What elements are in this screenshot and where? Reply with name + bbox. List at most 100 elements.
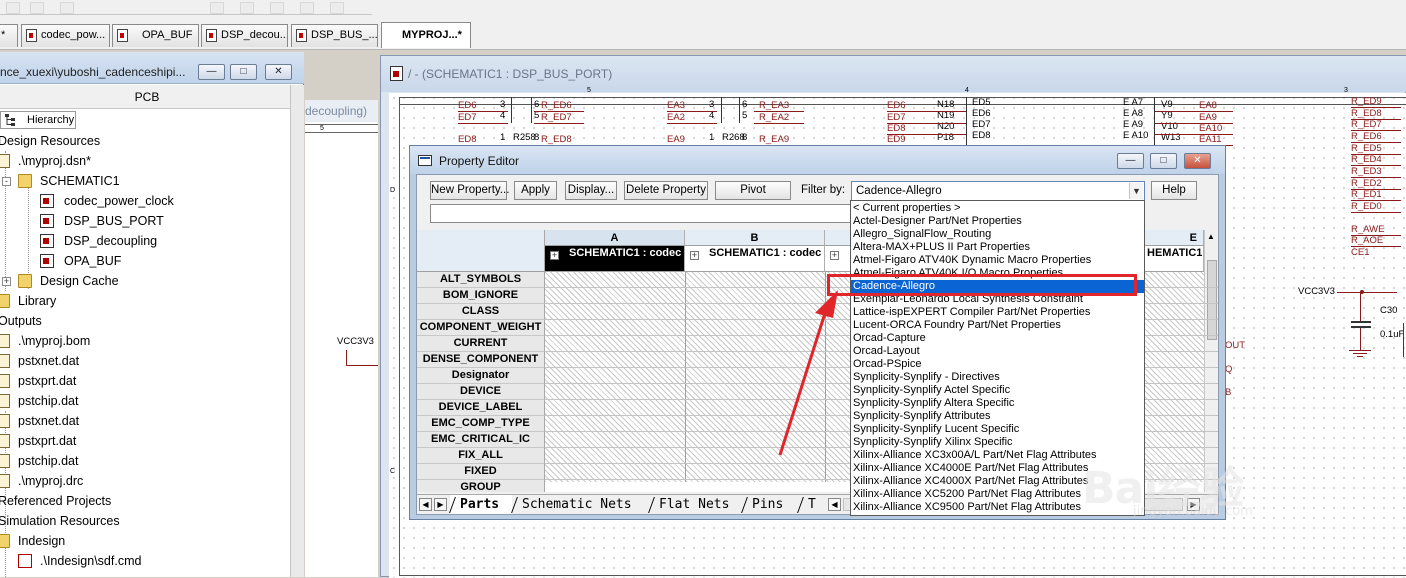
row-header[interactable]: EMC_COMP_TYPE [417, 416, 545, 432]
dropdown-option[interactable]: Allegro_SignalFlow_Routing [851, 228, 1144, 241]
delete-property-button[interactable]: Delete Property [624, 181, 708, 200]
toolbar-button[interactable] [60, 2, 74, 14]
row-header[interactable]: CLASS [417, 304, 545, 320]
filter-by-select[interactable]: Cadence-Allegro ▼ [851, 181, 1145, 201]
minimize-button[interactable]: — [1117, 153, 1144, 169]
net-label[interactable]: ED7 [887, 112, 905, 123]
power-label-vcc3v3[interactable]: VCC3V3 [1298, 286, 1335, 297]
close-button[interactable]: ✕ [1184, 153, 1211, 169]
net-label[interactable]: OUT [1225, 340, 1245, 351]
net-label[interactable]: R_AWE [1351, 224, 1384, 235]
chevron-down-icon[interactable]: ▼ [1129, 183, 1143, 199]
capacitor-ref[interactable]: C30 [1380, 305, 1397, 316]
net-label[interactable]: CE1 [1351, 247, 1369, 258]
tree-item-myproj-dsn[interactable]: .\myproj.dsn* [0, 151, 91, 171]
help-button[interactable]: Help [1151, 181, 1197, 200]
net-label[interactable]: R_ED6 [1351, 131, 1382, 142]
net-label[interactable]: R_ED5 [1351, 143, 1382, 154]
net-label[interactable]: R_ED7 [1351, 119, 1382, 130]
tree-item-output-file[interactable]: pstxnet.dat [0, 411, 79, 431]
column-subheader-a[interactable]: + SCHEMATIC1 : codec [545, 246, 685, 272]
tab-myproj[interactable]: MYPROJ...* [381, 22, 471, 48]
tab-codec-power-clock[interactable]: codec_pow... [21, 24, 110, 47]
row-header[interactable]: CURRENT [417, 336, 545, 352]
tree-item-opa-buf[interactable]: OPA_BUF [0, 251, 121, 271]
row-header[interactable]: DENSE_COMPONENT [417, 352, 545, 368]
dropdown-option[interactable]: Lucent-ORCA Foundry Part/Net Properties [851, 319, 1144, 332]
net-label[interactable]: R_ED9 [1351, 96, 1382, 107]
expand-icon[interactable]: + [2, 277, 11, 286]
expand-icon[interactable]: + [550, 251, 559, 260]
net-label[interactable]: R_ED1 [1351, 189, 1382, 200]
row-header[interactable]: ALT_SYMBOLS [417, 272, 545, 288]
maximize-button[interactable]: □ [1150, 153, 1177, 169]
tree-item-output-file[interactable]: pstxprt.dat [0, 371, 76, 391]
tree-item-output-file[interactable]: .\myproj.drc [0, 471, 83, 491]
toolbar-button[interactable] [300, 2, 314, 14]
net-label[interactable]: EA9 [667, 134, 685, 145]
dropdown-option[interactable]: Synplicity-Synplify - Directives [851, 371, 1144, 384]
tab-dsp-bus-port[interactable]: DSP_BUS_... [291, 24, 378, 47]
tree-item-schematic1[interactable]: - SCHEMATIC1 [0, 171, 120, 191]
dropdown-option[interactable]: Lattice-ispEXPERT Compiler Part/Net Prop… [851, 306, 1144, 319]
net-label[interactable]: ED7 [458, 112, 476, 123]
chevron-left-icon[interactable]: ◀ [828, 498, 841, 511]
tree-item-outputs[interactable]: Outputs [0, 311, 42, 331]
net-label[interactable]: R_ED4 [1351, 154, 1382, 165]
toolbar-button[interactable] [330, 2, 344, 14]
expand-icon[interactable]: + [830, 251, 839, 260]
tree-item-output-file[interactable]: pstchip.dat [0, 451, 78, 471]
chevron-right-icon[interactable]: ▶ [434, 498, 447, 511]
net-label[interactable]: ED6 [458, 100, 476, 111]
column-header-e[interactable]: E [1145, 230, 1204, 246]
net-label[interactable]: EA9 [1199, 112, 1217, 123]
row-header[interactable]: DEVICE_LABEL [417, 400, 545, 416]
dropdown-option[interactable]: Synplicity-Synplify Attributes [851, 410, 1144, 423]
column-header-a[interactable]: A [545, 230, 685, 246]
dropdown-option[interactable]: Atmel-Figaro ATV40K Dynamic Macro Proper… [851, 254, 1144, 267]
apply-button[interactable]: Apply [514, 181, 557, 200]
toolbar-button[interactable] [6, 2, 20, 14]
minimize-button[interactable]: — [198, 64, 225, 80]
toolbar-button[interactable] [210, 2, 224, 14]
net-label[interactable]: EA3 [667, 100, 685, 111]
tab-dsp-decoupling[interactable]: DSP_decou... [201, 24, 288, 47]
column-subheader-b[interactable]: + SCHEMATIC1 : codec [685, 246, 825, 272]
net-label[interactable]: ED9 [887, 134, 905, 145]
net-label[interactable]: R_ED8 [1351, 108, 1382, 119]
tree-item-output-file[interactable]: pstxprt.dat [0, 431, 76, 451]
tree-item-indesign[interactable]: Indesign [0, 531, 65, 551]
tree-item-codec-power-clock[interactable]: codec_power_clock [0, 191, 174, 211]
tab-opa-buf[interactable]: OPA_BUF [112, 24, 199, 47]
dropdown-option[interactable]: Altera-MAX+PLUS II Part Properties [851, 241, 1144, 254]
dropdown-option[interactable]: Synplicity-Synplify Altera Specific [851, 397, 1144, 410]
toolbar-button[interactable] [270, 2, 284, 14]
row-header[interactable]: GROUP [417, 480, 545, 492]
toolbar-button[interactable] [30, 2, 44, 14]
dropdown-option[interactable]: Synplicity-Synplify Xilinx Specific [851, 436, 1144, 449]
tree-item-design-cache[interactable]: + Design Cache [0, 271, 119, 291]
net-label[interactable]: R_ED6 [541, 100, 572, 111]
tab-parts[interactable]: Parts [450, 495, 512, 514]
net-label[interactable]: R_ED8 [541, 134, 572, 145]
resistor-ref[interactable]: R268 [722, 132, 745, 143]
net-label[interactable]: R_ED0 [1351, 201, 1382, 212]
tab-schematic-nets[interactable]: Schematic Nets [512, 495, 647, 514]
tree-item-output-file[interactable]: pstchip.dat [0, 391, 78, 411]
row-header[interactable]: FIX_ALL [417, 448, 545, 464]
net-label[interactable]: EA10 [1199, 123, 1222, 134]
close-button[interactable]: ✕ [265, 64, 292, 80]
resistor-ref[interactable]: R258 [513, 132, 536, 143]
tree-item-dsp-decoupling[interactable]: DSP_decoupling [0, 231, 157, 251]
display-button[interactable]: Display... [565, 181, 617, 200]
net-label[interactable]: R_ED7 [541, 112, 572, 123]
net-label[interactable]: EA11 [1199, 134, 1222, 145]
tree-item-design-resources[interactable]: Design Resources [0, 131, 100, 151]
net-label[interactable]: R_AOE [1351, 235, 1383, 246]
row-header[interactable]: DEVICE [417, 384, 545, 400]
net-label[interactable]: Q [1225, 364, 1232, 375]
maximize-button[interactable]: □ [230, 64, 257, 80]
net-label[interactable]: R_ED3 [1351, 166, 1382, 177]
dropdown-option[interactable]: Orcad-Capture [851, 332, 1144, 345]
net-label[interactable]: EA8 [1199, 100, 1217, 111]
